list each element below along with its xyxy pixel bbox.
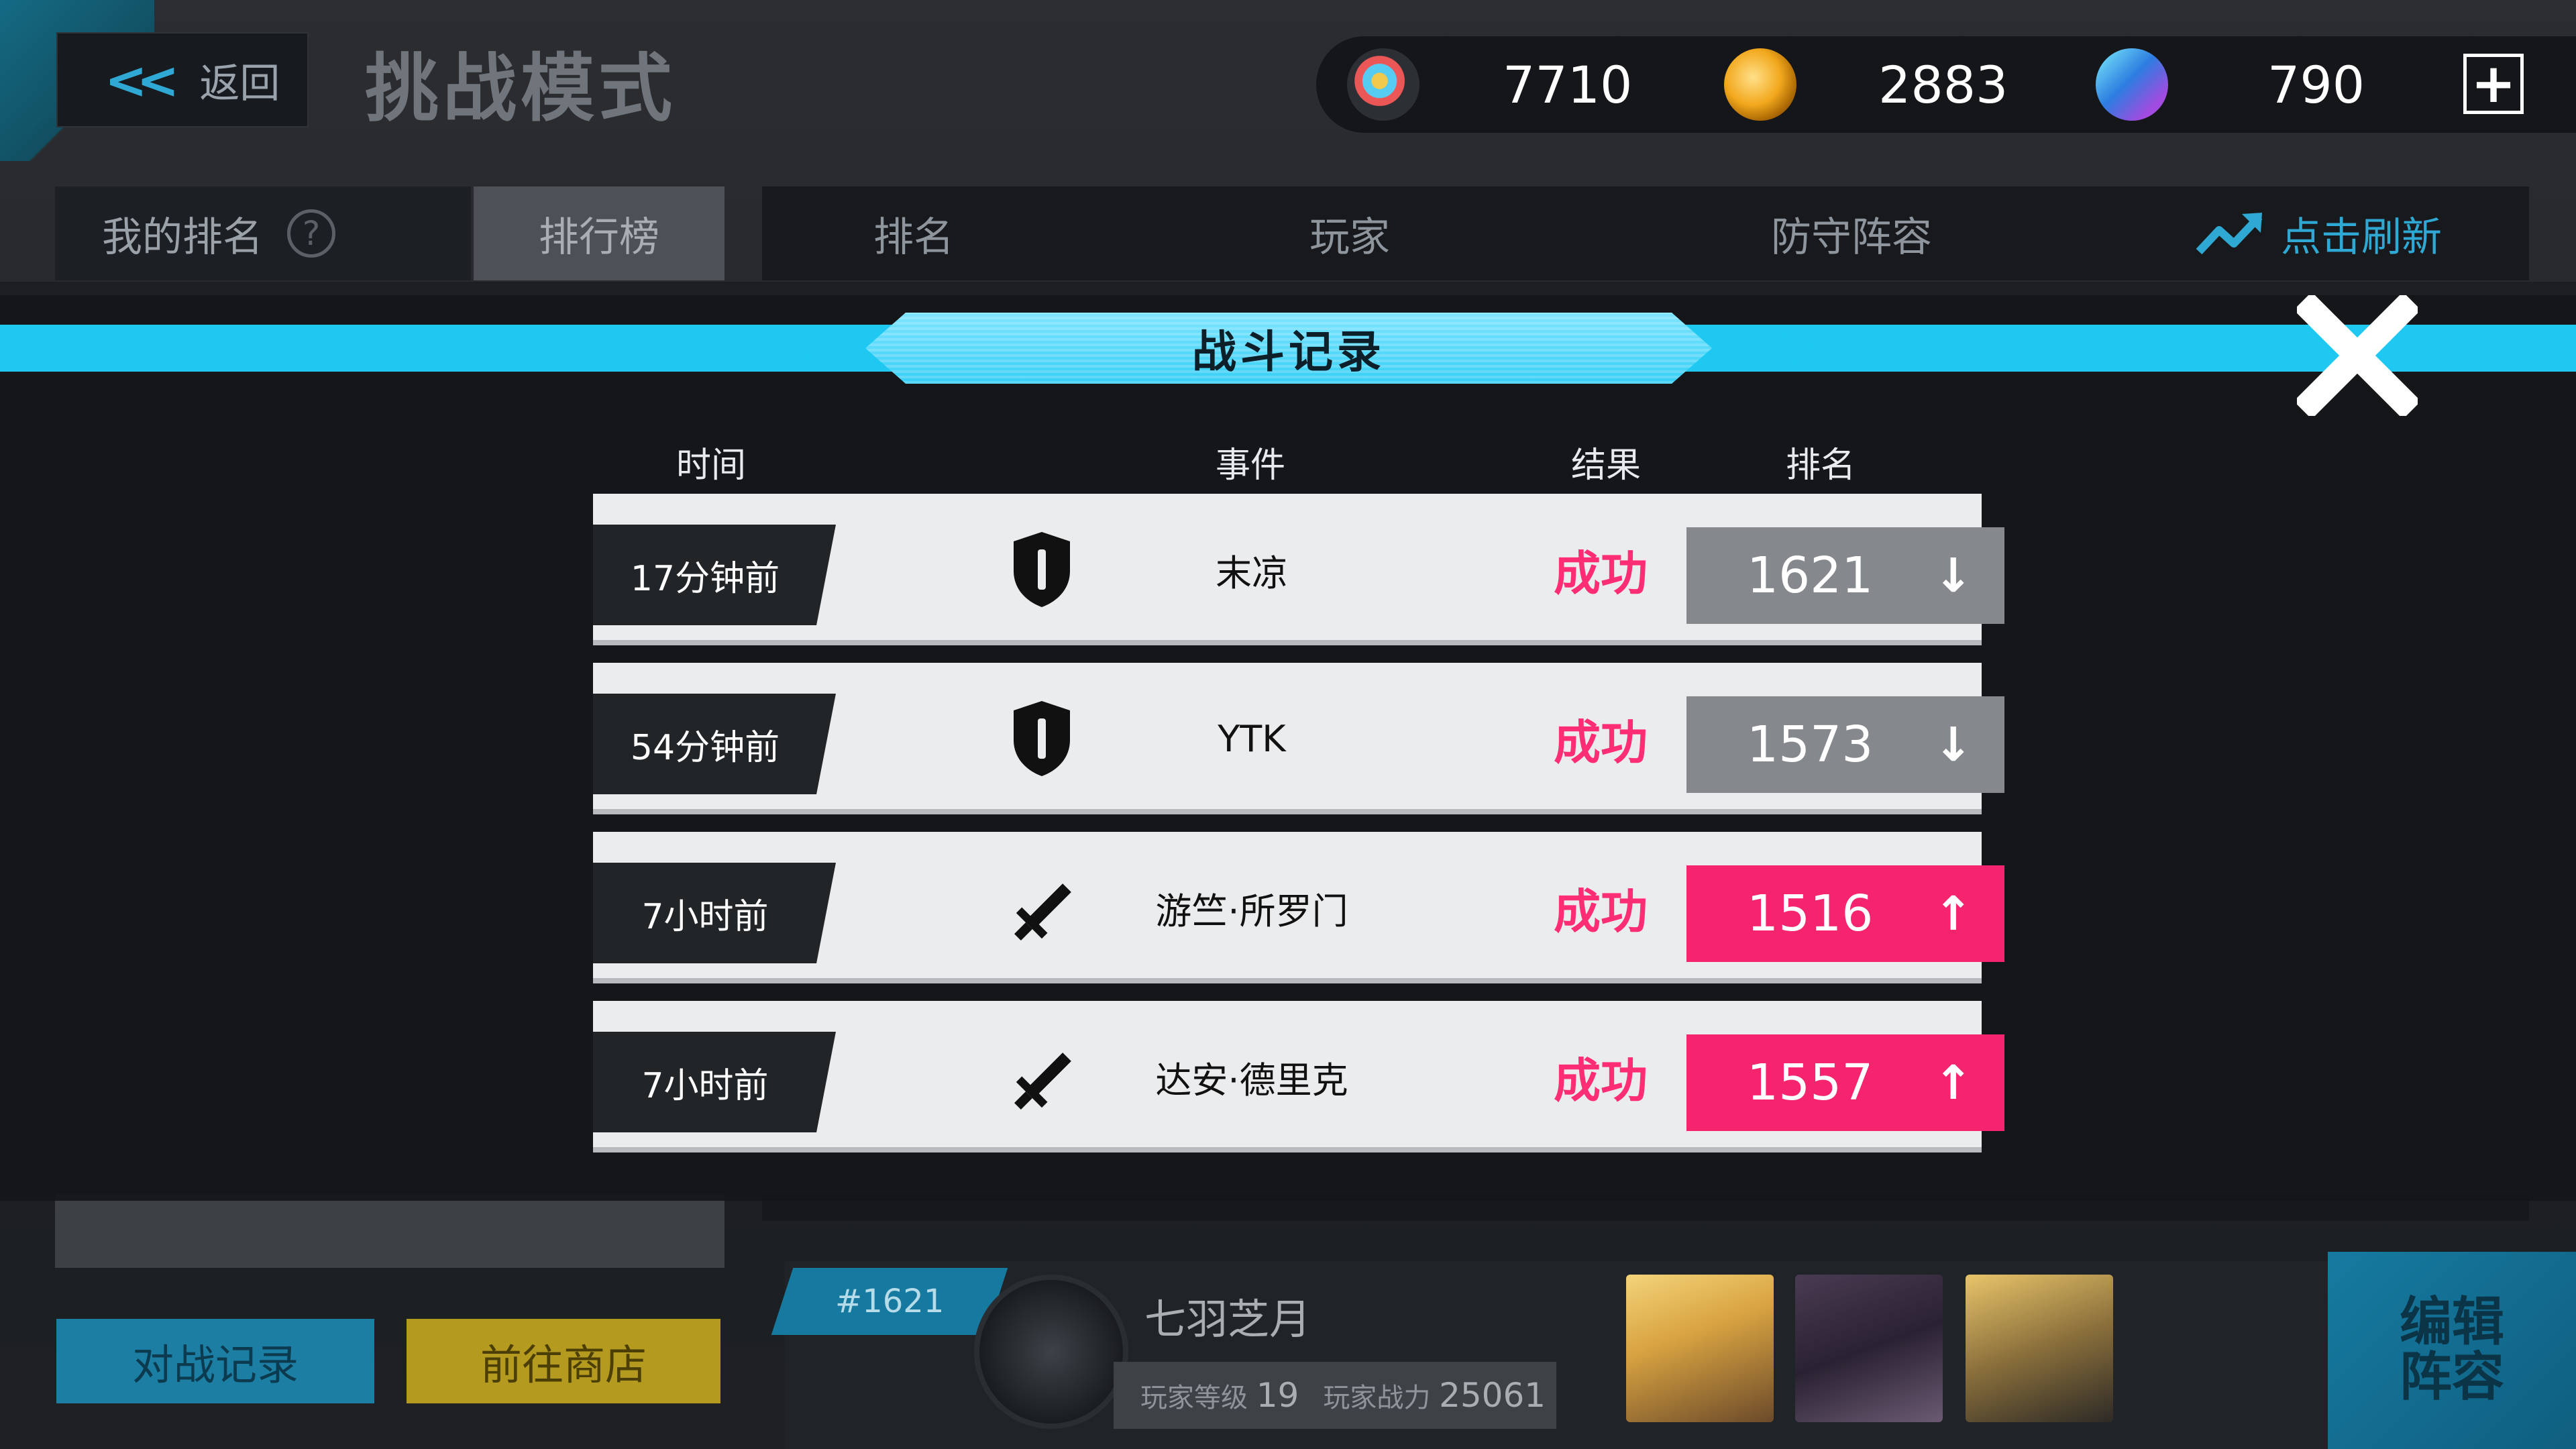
column-time: 时间 bbox=[676, 445, 746, 486]
opponent-name: 达安·德里克 bbox=[1155, 1059, 1348, 1102]
page-title: 挑战模式 bbox=[365, 46, 676, 131]
column-event: 事件 bbox=[1215, 445, 1285, 486]
avatar[interactable] bbox=[974, 1275, 1128, 1429]
battle-record-button[interactable]: 对战记录 bbox=[56, 1319, 374, 1403]
header-player: 玩家 bbox=[1309, 213, 1390, 261]
hero-portrait[interactable] bbox=[1966, 1275, 2113, 1422]
arrow-up-icon: ↑ bbox=[1933, 886, 1973, 941]
result-text: 成功 bbox=[1554, 1053, 1648, 1108]
time-tag: 7小时前 bbox=[593, 1032, 836, 1132]
column-rank: 排名 bbox=[1785, 445, 1856, 486]
time-tag: 7小时前 bbox=[593, 863, 836, 963]
header-defense: 防守阵容 bbox=[1771, 213, 1932, 261]
opponent-name: 末凉 bbox=[1216, 551, 1288, 594]
power-label: 玩家战力 bbox=[1323, 1383, 1431, 1413]
double-chevron-left-icon: << bbox=[105, 50, 179, 110]
opponent-name: 游竺·所罗门 bbox=[1155, 890, 1348, 932]
player-rank-tag: #1621 bbox=[771, 1268, 1008, 1335]
level-label: 玩家等级 bbox=[1140, 1383, 1248, 1413]
player-stats: 玩家等级 19 玩家战力 25061 bbox=[1114, 1362, 1556, 1429]
trend-icon bbox=[2196, 213, 2263, 255]
tab-my-rank-label: 我的排名 bbox=[102, 213, 263, 261]
tab-leaderboard[interactable]: 排行榜 bbox=[474, 186, 724, 280]
header-rank: 排名 bbox=[873, 213, 954, 261]
time-tag: 17分钟前 bbox=[593, 525, 836, 625]
refresh-label: 点击刷新 bbox=[2281, 213, 2442, 261]
add-currency-button[interactable]: + bbox=[2463, 54, 2524, 114]
arrow-down-icon: ↓ bbox=[1933, 548, 1973, 603]
go-to-shop-button[interactable]: 前往商店 bbox=[407, 1319, 720, 1403]
shield-icon bbox=[1005, 695, 1079, 782]
refresh-button[interactable]: 点击刷新 bbox=[2195, 186, 2442, 280]
arrow-up-icon: ↑ bbox=[1933, 1055, 1973, 1110]
result-text: 成功 bbox=[1554, 714, 1648, 770]
currency-value-gold: 2883 bbox=[1878, 54, 2008, 115]
result-text: 成功 bbox=[1554, 883, 1648, 939]
time-tag: 54分钟前 bbox=[593, 694, 836, 794]
arrow-down-icon: ↓ bbox=[1933, 717, 1973, 772]
level-value: 19 bbox=[1256, 1376, 1299, 1415]
player-name: 七羽芝月 bbox=[1144, 1295, 1311, 1344]
rank-value: 1516 bbox=[1747, 885, 1874, 943]
currency-value-crystal: 790 bbox=[2267, 54, 2365, 115]
sword-icon bbox=[1005, 1038, 1079, 1126]
tab-my-rank[interactable]: 我的排名 ? bbox=[55, 186, 471, 280]
reward-panel bbox=[55, 1194, 724, 1268]
column-result: 结果 bbox=[1570, 445, 1641, 486]
opponent-name: YTK bbox=[1218, 717, 1286, 760]
rank-value: 1557 bbox=[1747, 1054, 1874, 1112]
rank-box: 1573 ↓ bbox=[1686, 696, 2004, 793]
game-screen: << 返回 挑战模式 7710 2883 790 + 我的排名 ? 排行榜 排名… bbox=[0, 0, 2576, 1449]
currency-value-tickets: 7710 bbox=[1503, 54, 1633, 115]
rainbow-ticket-icon bbox=[1347, 48, 1419, 121]
rank-box: 1557 ↑ bbox=[1686, 1034, 2004, 1131]
help-icon[interactable]: ? bbox=[287, 209, 335, 258]
edit-team-button[interactable]: 编辑阵容 bbox=[2328, 1252, 2576, 1449]
rank-value: 1573 bbox=[1747, 716, 1874, 773]
player-rank-tag-text: #1621 bbox=[835, 1283, 945, 1320]
rank-value: 1621 bbox=[1747, 547, 1874, 604]
power-value: 25061 bbox=[1439, 1376, 1546, 1415]
sword-icon bbox=[1005, 869, 1079, 957]
close-icon[interactable] bbox=[2290, 288, 2424, 423]
shield-icon bbox=[1005, 526, 1079, 613]
result-text: 成功 bbox=[1554, 545, 1648, 601]
back-button[interactable]: << 返回 bbox=[56, 32, 309, 127]
back-label: 返回 bbox=[199, 60, 280, 107]
hero-portrait[interactable] bbox=[1795, 1275, 1943, 1422]
gold-coin-icon bbox=[1724, 48, 1796, 121]
hero-portrait[interactable] bbox=[1626, 1275, 1774, 1422]
rank-box: 1516 ↑ bbox=[1686, 865, 2004, 962]
modal-title: 战斗记录 bbox=[865, 313, 1712, 384]
rank-box: 1621 ↓ bbox=[1686, 527, 2004, 624]
crystal-cube-icon bbox=[2096, 48, 2168, 121]
triple-chevron-right-icon: >>> bbox=[1701, 311, 1825, 386]
